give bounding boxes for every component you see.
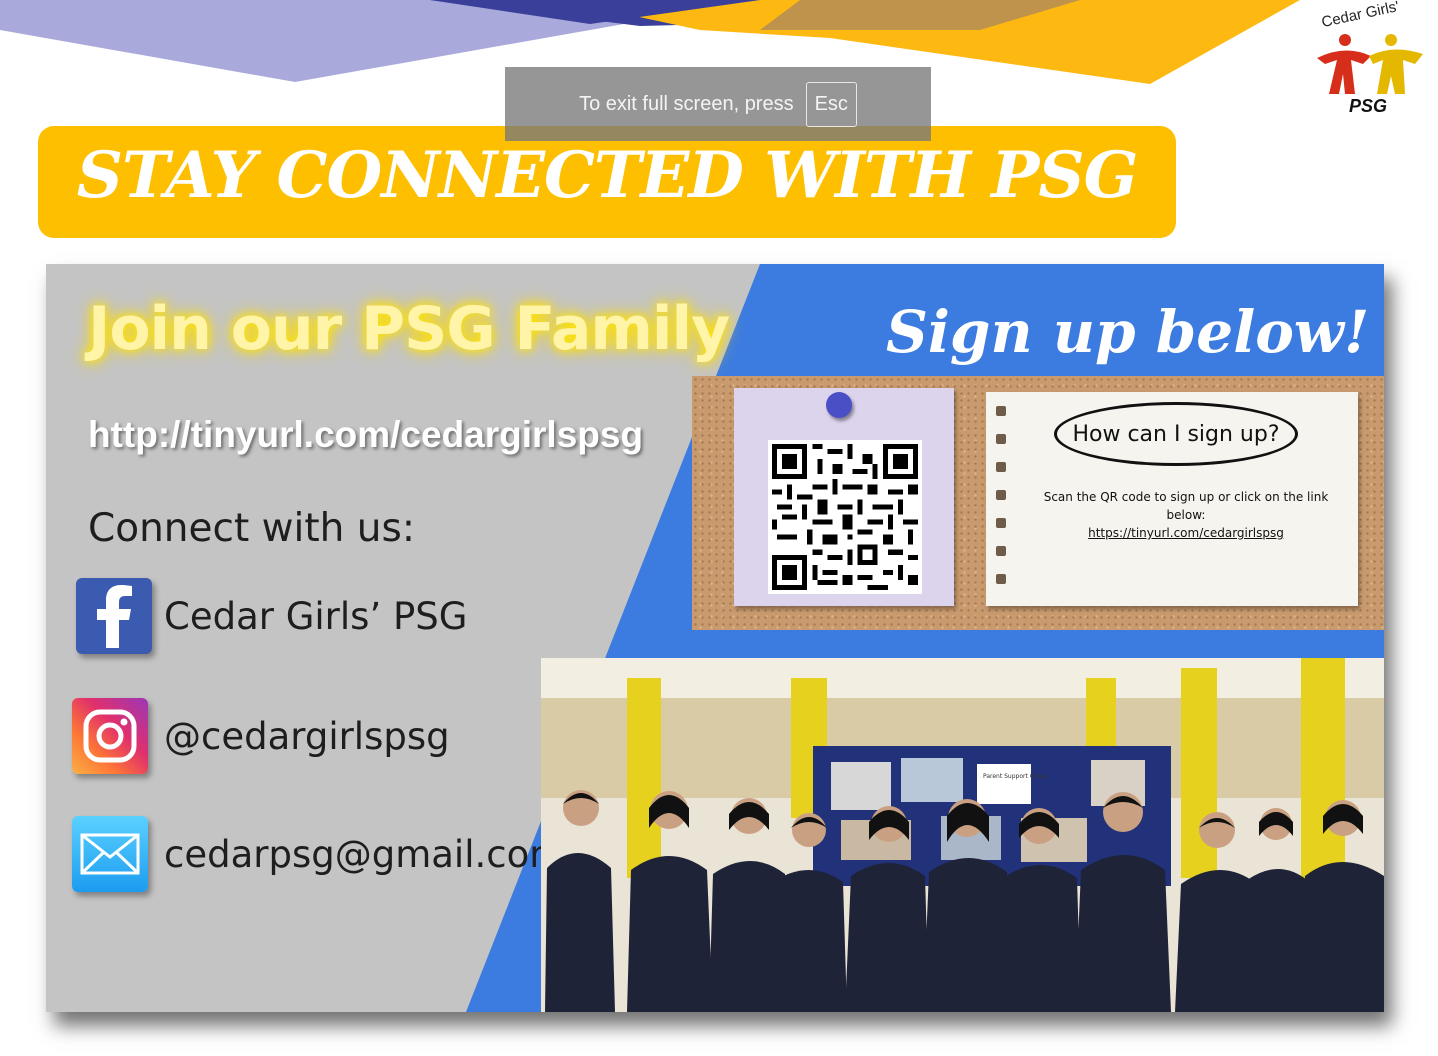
cedar-girls-psg-logo: Cedar Girls' PSG: [1305, 0, 1431, 120]
instagram-label: @cedargirlspsg: [164, 714, 450, 758]
signup-title: Sign up below!: [886, 298, 1370, 366]
banner-title: STAY CONNECTED WITH PSG: [76, 138, 1139, 213]
qr-code[interactable]: [768, 440, 922, 594]
logo-figures-icon: [1317, 34, 1423, 94]
scan-instruction: Scan the QR code to sign up or click on …: [1043, 490, 1329, 522]
logo-top-text: Cedar Girls': [1320, 0, 1401, 31]
how-to-signup-heading: How can I sign up?: [1054, 402, 1298, 466]
social-instagram[interactable]: @cedargirlspsg: [72, 698, 450, 774]
board-label: Parent Support Group: [983, 773, 1048, 780]
pin-icon: [826, 392, 852, 418]
instagram-icon: [72, 698, 148, 774]
facebook-label: Cedar Girls’ PSG: [164, 594, 468, 638]
connect-title: Connect with us:: [88, 506, 415, 551]
fullscreen-toast-text: To exit full screen, press: [579, 92, 794, 115]
signup-link[interactable]: https://tinyurl.com/cedargirlspsg: [1026, 526, 1346, 540]
esc-key-hint: Esc: [805, 81, 857, 127]
social-facebook[interactable]: Cedar Girls’ PSG: [76, 578, 467, 654]
join-title: Join our PSG Family: [88, 294, 730, 364]
group-photo: Parent Support Group: [541, 658, 1384, 1012]
instruction-paper: How can I sign up? Scan the QR code to s…: [986, 392, 1358, 606]
connect-card: Join our PSG Family http://tinyurl.com/c…: [46, 264, 1384, 1012]
facebook-icon: [76, 578, 152, 654]
social-email[interactable]: cedarpsg@gmail.com: [72, 816, 565, 892]
email-icon: [72, 816, 148, 892]
signup-url[interactable]: http://tinyurl.com/cedargirlspsg: [88, 414, 643, 456]
title-banner: STAY CONNECTED WITH PSG: [38, 126, 1176, 238]
fullscreen-exit-toast: To exit full screen, press Esc: [505, 67, 931, 141]
email-label: cedarpsg@gmail.com: [164, 832, 566, 876]
qr-sticky-note: [734, 388, 954, 606]
logo-bottom-text: PSG: [1349, 96, 1388, 116]
cork-board: How can I sign up? Scan the QR code to s…: [692, 376, 1384, 630]
paper-holes: [996, 406, 1008, 586]
